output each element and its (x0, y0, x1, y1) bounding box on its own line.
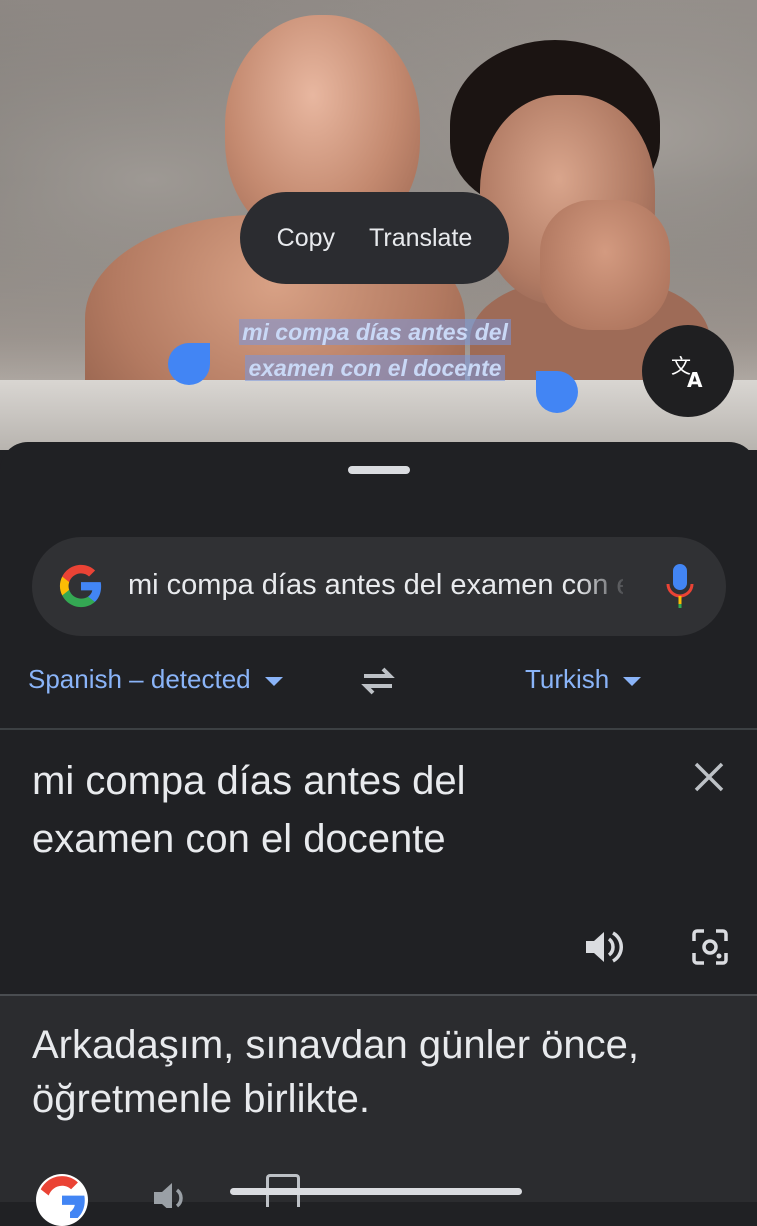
close-icon[interactable] (692, 760, 726, 794)
copy-button[interactable]: Copy (277, 224, 335, 253)
sheet-drag-handle[interactable] (348, 466, 410, 474)
source-text[interactable]: mi compa días antes del examen con el do… (32, 752, 652, 868)
bottom-google-icon[interactable] (36, 1174, 88, 1226)
source-text-line-1: mi compa días antes del (32, 759, 466, 803)
lens-icon[interactable] (690, 927, 730, 967)
background-photo: Copy Translate mi compa días antes del e… (0, 0, 757, 450)
translate-fab-button[interactable]: 文 A (642, 325, 734, 417)
selected-text[interactable]: mi compa días antes del examen con el do… (205, 314, 545, 386)
photo-bathtub-edge (0, 380, 757, 450)
search-bar[interactable]: mi compa días antes del examen con el do… (32, 537, 726, 636)
selected-text-line-2: examen con el docente (245, 355, 505, 381)
target-language-selector[interactable]: Turkish (525, 664, 642, 695)
translate-button[interactable]: Translate (369, 224, 472, 253)
mic-icon[interactable] (665, 562, 695, 610)
target-language-caret-icon (623, 677, 642, 686)
speaker-icon[interactable] (150, 1178, 190, 1208)
google-logo-icon (59, 564, 102, 608)
source-text-line-2: examen con el docente (32, 817, 446, 861)
search-text-fade (577, 557, 632, 617)
speaker-icon[interactable] (582, 927, 624, 967)
divider (0, 728, 757, 730)
svg-text:A: A (687, 368, 703, 391)
selection-start-handle[interactable] (168, 343, 210, 385)
photo-person-right-hand (540, 200, 670, 330)
source-language-label: Spanish – detected (28, 664, 251, 694)
gesture-navigation-bar[interactable] (230, 1188, 522, 1195)
translation-result-area: Arkadaşım, sınavdan günler önce, öğretme… (0, 994, 757, 1226)
google-logo-icon (40, 1176, 85, 1218)
swap-icon[interactable] (358, 664, 398, 698)
target-language-label: Turkish (525, 664, 610, 694)
selection-end-handle[interactable] (536, 371, 578, 413)
translate-bottom-sheet: mi compa días antes del examen con el do… (0, 442, 757, 1226)
context-menu: Copy Translate (240, 192, 509, 284)
selected-text-line-1: mi compa días antes del (239, 319, 511, 345)
translate-icon: 文 A (671, 354, 703, 391)
translation-text[interactable]: Arkadaşım, sınavdan günler önce, öğretme… (32, 1018, 732, 1126)
source-language-selector[interactable]: Spanish – detected (28, 664, 283, 695)
translation-line-2: öğretmenle birlikte. (32, 1077, 370, 1121)
search-input[interactable]: mi compa días antes del examen con el do… (128, 569, 623, 602)
source-language-caret-icon (264, 677, 283, 686)
translation-line-1: Arkadaşım, sınavdan günler önce, (32, 1023, 640, 1067)
